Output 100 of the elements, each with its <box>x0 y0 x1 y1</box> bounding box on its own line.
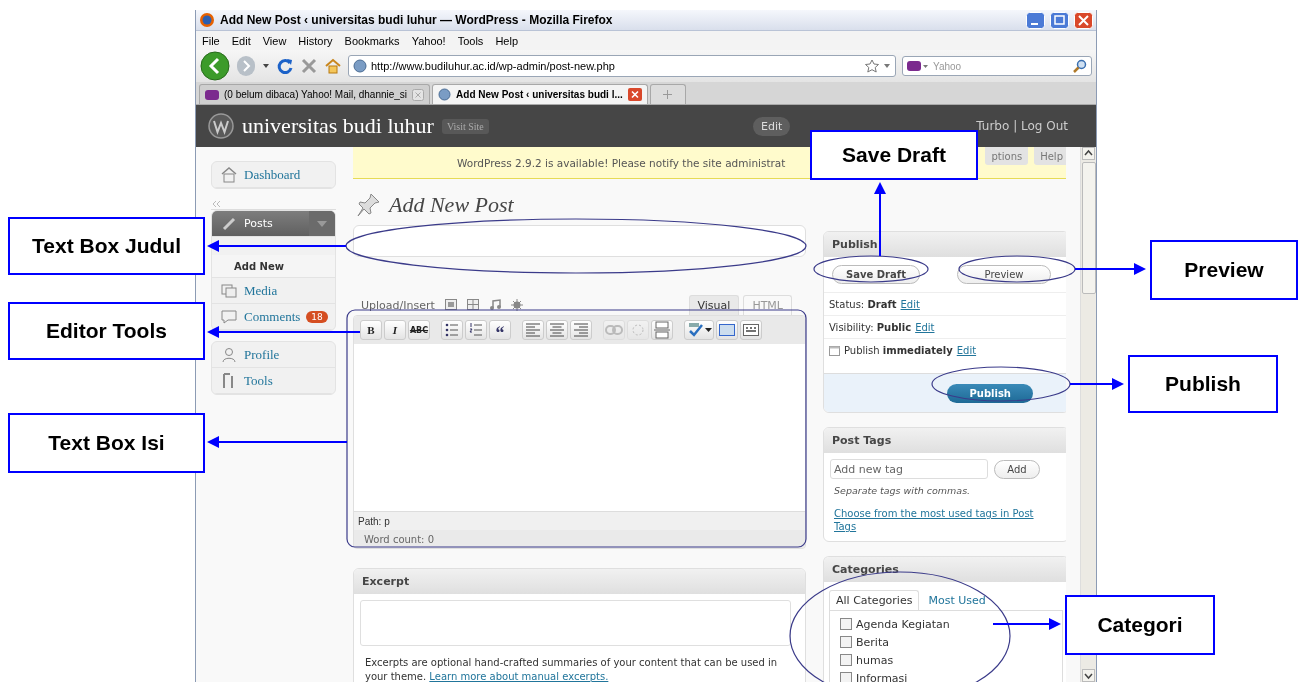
scroll-thumb[interactable] <box>1081 162 1096 294</box>
category-label: Informasi <box>856 671 908 682</box>
category-tab[interactable]: Most Used <box>921 590 993 610</box>
spell-button[interactable] <box>684 320 714 340</box>
italic-button[interactable]: I <box>384 320 406 340</box>
screen-options-button[interactable]: ptions <box>985 147 1029 165</box>
panel-title: Post Tags <box>824 428 1066 453</box>
user-links[interactable]: Turbo | Log Out <box>976 119 1068 133</box>
scroll-up-icon[interactable] <box>1082 147 1095 160</box>
menu-item[interactable]: Tools <box>457 34 484 47</box>
collapse-icon[interactable] <box>211 199 221 209</box>
align-right-icon <box>572 321 590 339</box>
checkbox[interactable] <box>840 654 852 666</box>
edit-link[interactable]: Edit <box>900 298 920 310</box>
title-field[interactable] <box>353 225 806 257</box>
publish-button[interactable]: Publish <box>947 383 1033 403</box>
panel-title: Categories <box>824 557 1066 582</box>
callout-label: Save Draft <box>810 130 978 180</box>
back-icon[interactable] <box>200 51 230 81</box>
new-tab-icon[interactable] <box>663 90 673 99</box>
bullets-icon <box>443 321 461 339</box>
more-button[interactable] <box>651 320 673 340</box>
category-label: Agenda Kegiatan <box>856 617 950 631</box>
checkbox[interactable] <box>840 636 852 648</box>
menu-item[interactable]: File <box>202 34 220 47</box>
category-tab[interactable]: All Categories <box>829 590 920 610</box>
excerpt-link[interactable]: Learn more about manual excerpts. <box>429 671 609 682</box>
media-icon[interactable] <box>510 299 523 311</box>
close-icon[interactable] <box>1074 11 1093 29</box>
sidebar-item[interactable]: Comments 18 <box>212 304 335 330</box>
fullscreen-icon <box>718 321 736 339</box>
quote-button[interactable]: “ <box>489 320 511 340</box>
minimize-icon[interactable] <box>1026 11 1045 29</box>
menu-item[interactable]: View <box>262 34 287 47</box>
page-heading: Add New Post <box>389 192 514 218</box>
reload-icon[interactable] <box>276 57 294 75</box>
search-field[interactable]: Yahoo <box>902 56 1092 76</box>
tag-field[interactable]: Add new tag <box>830 459 988 479</box>
add-button[interactable]: Add <box>994 459 1040 479</box>
star-icon[interactable] <box>865 59 879 73</box>
align-right-button[interactable] <box>570 320 592 340</box>
edit-link[interactable]: Edit <box>915 321 935 333</box>
mail-icon <box>205 88 219 101</box>
edit-button[interactable]: Edit <box>753 116 791 136</box>
browser-tab[interactable]: Add New Post ‹ universitas budi l... <box>432 84 648 104</box>
menu-item[interactable]: Yahoo! <box>411 34 446 47</box>
excerpt-help: Excerpts are optional hand-crafted summaries of your content that can be used in your theme. Learn more about manual excerpts. <box>364 656 779 682</box>
music-icon[interactable] <box>488 299 501 310</box>
spell-icon <box>686 321 705 339</box>
sidebar-item[interactable]: Tools <box>212 368 335 394</box>
strike-button[interactable]: ABC <box>408 320 430 340</box>
home-icon[interactable] <box>324 57 342 75</box>
help-button[interactable]: Help <box>1034 147 1066 165</box>
excerpt-field[interactable] <box>360 600 791 646</box>
checkbox[interactable] <box>840 672 852 682</box>
bullets-button[interactable] <box>441 320 463 340</box>
align-left-button[interactable] <box>522 320 544 340</box>
site-name[interactable]: universitas budi luhur <box>242 113 434 139</box>
save-draft-button[interactable]: Save Draft <box>832 265 920 284</box>
forward-icon[interactable] <box>236 55 256 77</box>
sidebar-item[interactable]: Dashboard <box>212 162 335 188</box>
menu-item[interactable]: History <box>298 34 333 47</box>
caret-icon[interactable] <box>262 62 270 70</box>
count-badge: 18 <box>306 310 328 323</box>
caret-icon[interactable] <box>883 62 891 70</box>
path-label: Path: p <box>354 511 805 530</box>
sidebar-item[interactable]: Posts <box>212 211 335 237</box>
sidebar-item[interactable]: Media <box>212 278 335 304</box>
menu-item[interactable]: Help <box>495 34 518 47</box>
caret-icon <box>704 327 712 333</box>
logo-icon <box>208 113 234 139</box>
menu-item[interactable]: Bookmarks <box>344 34 400 47</box>
stop-icon[interactable] <box>300 57 318 75</box>
video-icon[interactable] <box>466 299 479 310</box>
most-used-tags-link[interactable]: Choose from the most used tags in Post Tags <box>834 507 1058 533</box>
upload-insert-label: Upload/Insert <box>361 299 435 314</box>
browser-tab[interactable]: (0 belum dibaca) Yahoo! Mail, dhannie_si <box>199 84 431 104</box>
sidebar-item[interactable]: Profile <box>212 342 335 368</box>
site-icon <box>353 59 367 73</box>
publish-status-text: Visibility: Public <box>829 321 912 333</box>
maximize-icon[interactable] <box>1050 11 1069 29</box>
preview-button[interactable]: Preview <box>957 265 1051 284</box>
submenu-item[interactable]: Add New <box>212 255 335 278</box>
bold-button[interactable]: B <box>360 320 382 340</box>
fullscreen-button[interactable] <box>716 320 738 340</box>
checkbox[interactable] <box>840 618 852 630</box>
menu-item[interactable]: Edit <box>231 34 251 47</box>
address-field[interactable]: http://www.budiluhur.ac.id/wp-admin/post-new.php <box>348 55 896 77</box>
browser-logo-icon <box>199 12 215 28</box>
image-icon[interactable] <box>444 299 457 310</box>
align-center-button[interactable] <box>546 320 568 340</box>
editor-tab[interactable]: Visual <box>688 295 740 315</box>
scroll-down-icon[interactable] <box>1082 669 1095 682</box>
kitchen-icon <box>742 321 760 339</box>
close-tab-icon[interactable] <box>627 88 642 101</box>
edit-link[interactable]: Edit <box>956 344 977 356</box>
close-tab-icon[interactable] <box>412 88 425 101</box>
kitchen-button[interactable] <box>740 320 762 340</box>
search-icon[interactable] <box>1073 59 1087 73</box>
callout-label: Text Box Judul <box>8 217 205 275</box>
